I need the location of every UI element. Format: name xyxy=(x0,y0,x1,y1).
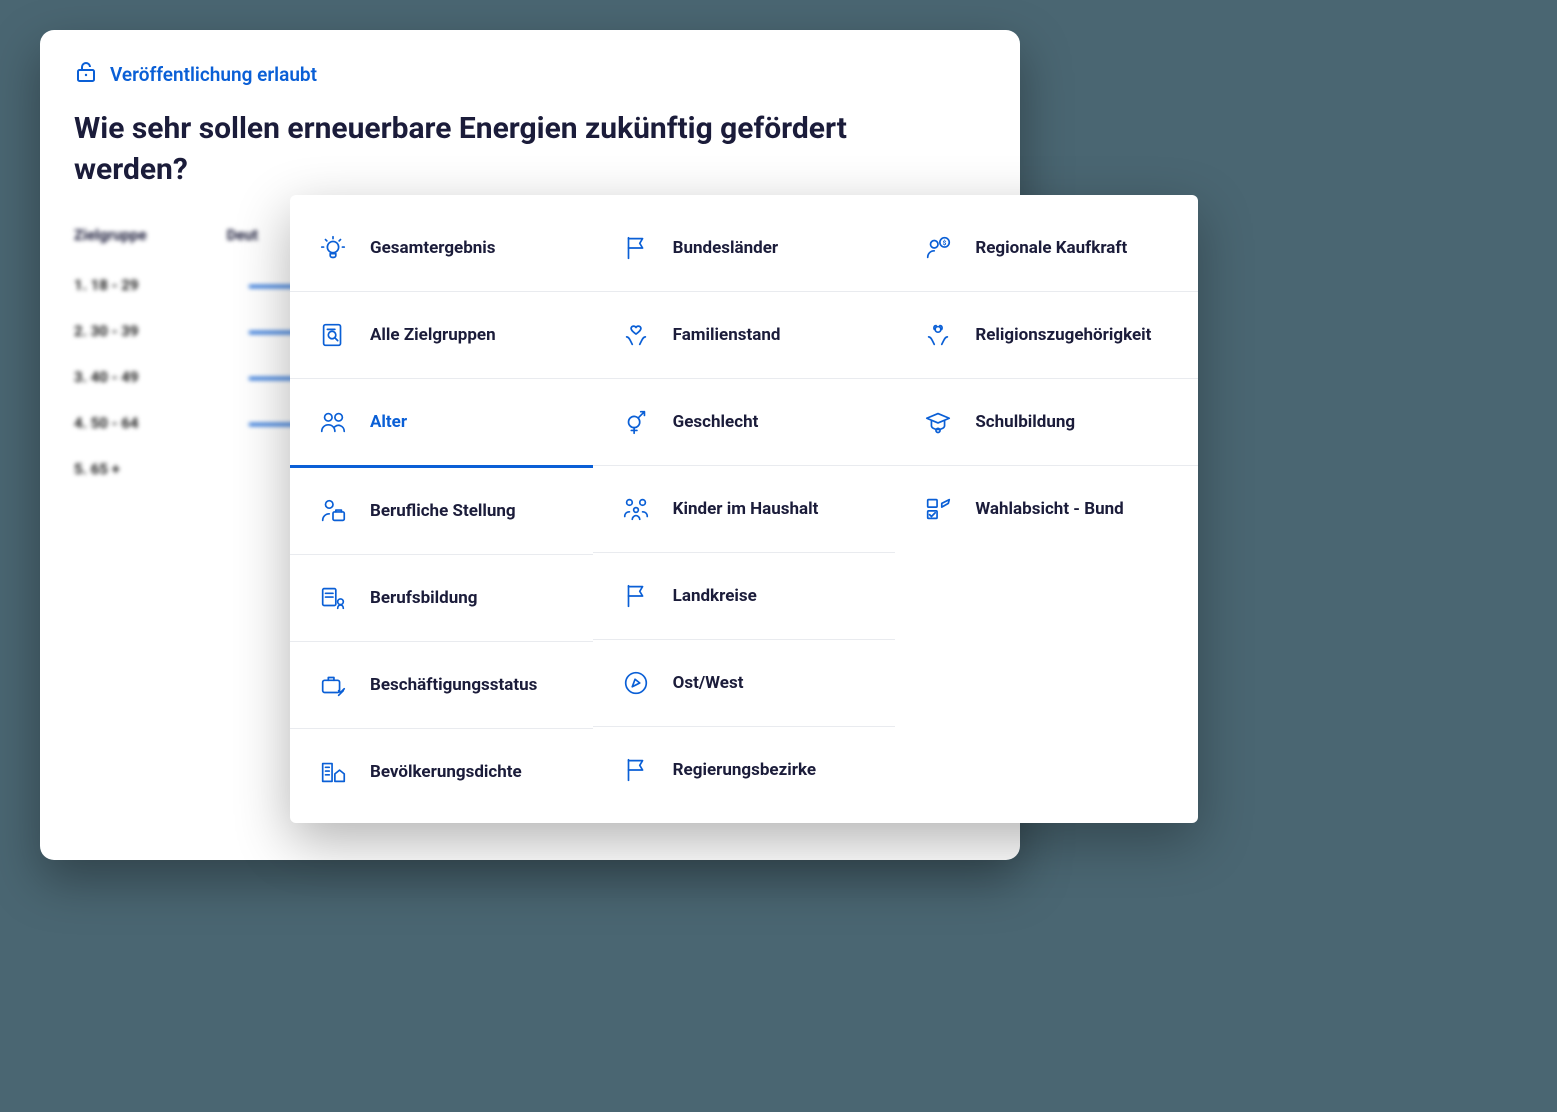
briefcase-check-icon xyxy=(318,670,348,700)
lightbulb-icon xyxy=(318,233,348,263)
filter-popover: Gesamtergebnis Alle Zielgruppen Alter Be… xyxy=(290,195,1198,823)
filter-ost-west[interactable]: Ost/West xyxy=(593,640,896,727)
filter-regierungsbezirke[interactable]: Regierungsbezirke xyxy=(593,727,896,813)
table-col-zielgruppe: Zielgruppe xyxy=(74,226,147,244)
document-search-icon xyxy=(318,320,348,350)
filter-label: Berufsbildung xyxy=(370,588,478,608)
question-title: Wie sehr sollen erneuerbare Energien zuk… xyxy=(74,109,854,190)
filter-gesamtergebnis[interactable]: Gesamtergebnis xyxy=(290,205,593,292)
filter-label: Schulbildung xyxy=(975,412,1075,432)
filter-schulbildung[interactable]: Schulbildung xyxy=(895,379,1198,466)
filter-landkreise[interactable]: Landkreise xyxy=(593,553,896,640)
people-icon xyxy=(318,407,348,437)
filter-berufsbildung[interactable]: Berufsbildung xyxy=(290,555,593,642)
flag-icon xyxy=(621,755,651,785)
gender-icon xyxy=(621,407,651,437)
family-icon xyxy=(621,494,651,524)
filter-berufliche-stellung[interactable]: Berufliche Stellung xyxy=(290,468,593,555)
hands-heart-icon xyxy=(621,320,651,350)
filter-familienstand[interactable]: Familienstand xyxy=(593,292,896,379)
compass-icon xyxy=(621,668,651,698)
certificate-person-icon xyxy=(318,583,348,613)
filter-bevoelkerungsdichte[interactable]: Bevölkerungsdichte xyxy=(290,729,593,815)
filter-regionale-kaufkraft[interactable]: $ Regionale Kaufkraft xyxy=(895,205,1198,292)
filter-alle-zielgruppen[interactable]: Alle Zielgruppen xyxy=(290,292,593,379)
person-briefcase-icon xyxy=(318,496,348,526)
flag-icon xyxy=(621,233,651,263)
filter-label: Bevölkerungsdichte xyxy=(370,762,522,782)
filter-label: Beschäftigungsstatus xyxy=(370,675,537,695)
filter-label: Landkreise xyxy=(673,586,757,606)
filter-label: Ost/West xyxy=(673,673,744,693)
graduation-icon xyxy=(923,407,953,437)
filter-label: Kinder im Haushalt xyxy=(673,499,819,519)
filter-kinder-im-haushalt[interactable]: Kinder im Haushalt xyxy=(593,466,896,553)
filter-label: Alle Zielgruppen xyxy=(370,325,496,345)
filter-label: Wahlabsicht - Bund xyxy=(975,499,1123,519)
filter-wahlabsicht-bund[interactable]: Wahlabsicht - Bund xyxy=(895,466,1198,552)
building-house-icon xyxy=(318,757,348,787)
filter-label: Regionale Kaufkraft xyxy=(975,238,1127,258)
table-col-value: Deut xyxy=(227,226,258,244)
hands-person-icon xyxy=(923,320,953,350)
filter-label: Regierungsbezirke xyxy=(673,760,816,780)
publication-status-row: Veröffentlichung erlaubt xyxy=(74,60,986,89)
flag-icon xyxy=(621,581,651,611)
filter-religionszugehoerigkeit[interactable]: Religionszugehörigkeit xyxy=(895,292,1198,379)
filter-geschlecht[interactable]: Geschlecht xyxy=(593,379,896,466)
filter-label: Gesamtergebnis xyxy=(370,238,496,258)
filter-label: Geschlecht xyxy=(673,412,759,432)
filter-alter[interactable]: Alter xyxy=(290,379,593,468)
filter-beschaeftigungsstatus[interactable]: Beschäftigungsstatus xyxy=(290,642,593,729)
filter-label: Bundesländer xyxy=(673,238,779,258)
svg-text:$: $ xyxy=(943,239,947,247)
publication-status-text: Veröffentlichung erlaubt xyxy=(110,63,317,86)
filter-label: Religionszugehörigkeit xyxy=(975,325,1151,345)
person-money-icon: $ xyxy=(923,233,953,263)
filter-label: Alter xyxy=(370,412,407,432)
unlock-icon xyxy=(74,60,98,89)
ballot-edit-icon xyxy=(923,494,953,524)
filter-bundeslaender[interactable]: Bundesländer xyxy=(593,205,896,292)
filter-label: Berufliche Stellung xyxy=(370,501,516,521)
filter-label: Familienstand xyxy=(673,325,781,345)
